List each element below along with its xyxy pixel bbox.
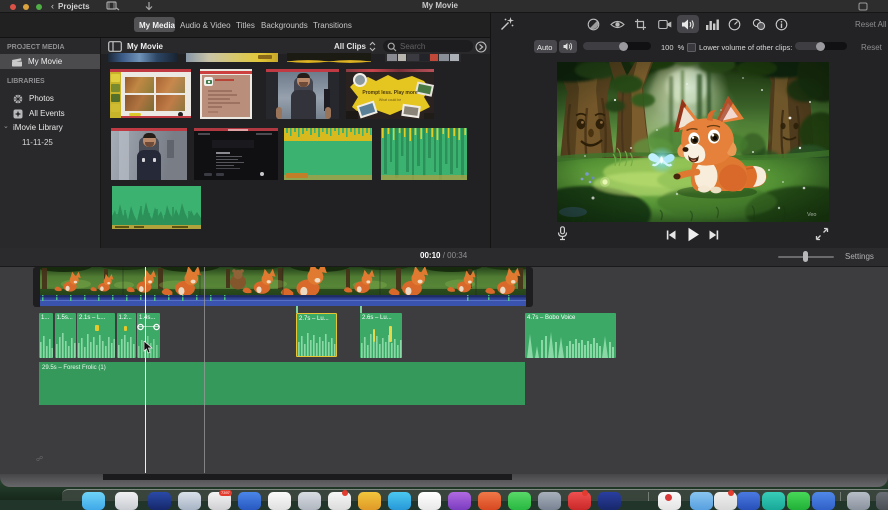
svg-text:What could be: What could be	[379, 98, 401, 102]
svg-text:Veo: Veo	[807, 212, 816, 218]
svg-text:Prompt less. Play more: Prompt less. Play more	[362, 90, 418, 96]
